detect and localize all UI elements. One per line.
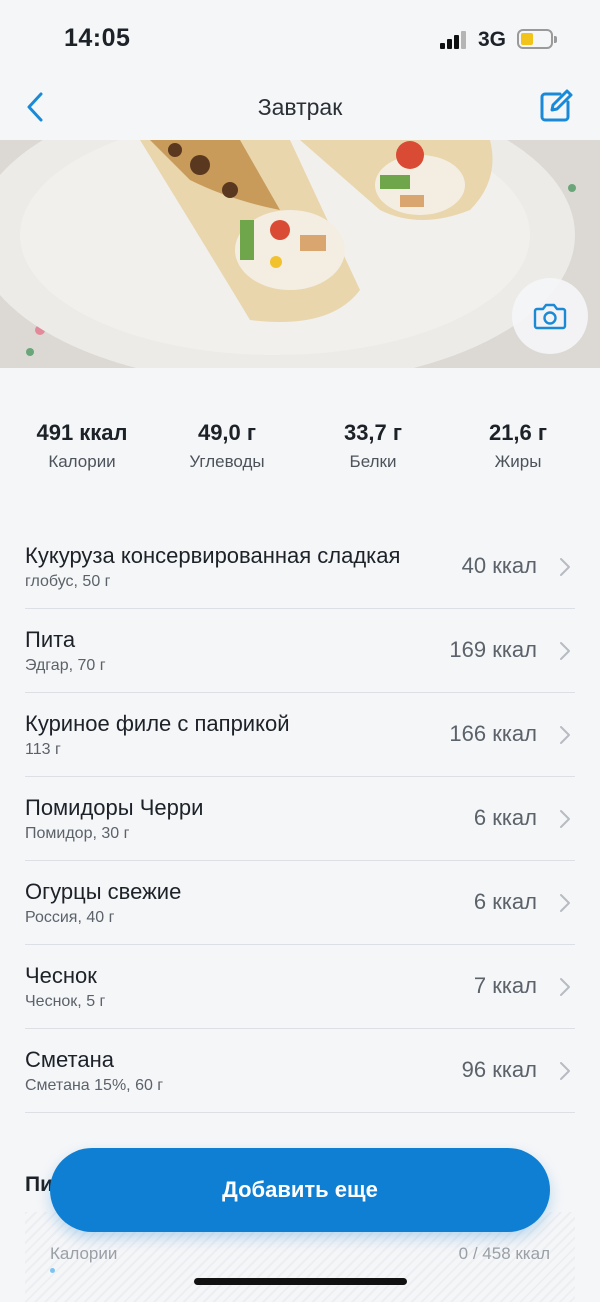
camera-icon <box>533 303 567 330</box>
section-title: Пи <box>25 1173 54 1196</box>
food-name: Чеснок <box>25 963 97 988</box>
battery-icon <box>517 29 557 49</box>
calories-progress-indicator <box>50 1268 55 1273</box>
food-name: Пита <box>25 627 76 652</box>
food-calories: 6 ккал <box>473 805 537 830</box>
food-item[interactable]: Помидоры Черри Помидор, 30 г 6 ккал <box>25 777 575 861</box>
nav-bar: Завтрак <box>0 80 600 140</box>
chevron-right-icon <box>560 810 570 828</box>
page-title: Завтрак <box>257 94 343 120</box>
macro-value: 49,0 г <box>197 420 257 445</box>
food-item[interactable]: Огурцы свежие Россия, 40 г 6 ккал <box>25 861 575 945</box>
macro-carbs: 49,0 г Углеводы <box>152 420 302 472</box>
chevron-right-icon <box>560 1062 570 1080</box>
food-name: Огурцы свежие <box>25 879 182 904</box>
food-details: глобус, 50 г <box>25 573 111 590</box>
macros-summary: 491 ккал Калории 49,0 г Углеводы 33,7 г … <box>0 420 600 480</box>
macro-label: Углеводы <box>189 452 265 471</box>
food-details: Эдгар, 70 г <box>25 657 106 674</box>
status-bar: 14:05 3G <box>0 0 600 80</box>
chevron-right-icon <box>560 978 570 996</box>
food-name: Сметана <box>25 1047 114 1072</box>
macro-fat: 21,6 г Жиры <box>443 420 593 472</box>
food-item[interactable]: Пита Эдгар, 70 г 169 ккал <box>25 609 575 693</box>
food-calories: 166 ккал <box>449 721 537 746</box>
nutrition-calories-value: 0 / 458 ккал <box>458 1244 550 1263</box>
signal-icon <box>440 31 466 49</box>
food-name: Куриное филе с паприкой <box>25 711 290 736</box>
macro-calories: 491 ккал Калории <box>7 420 157 472</box>
macro-label: Белки <box>349 452 397 471</box>
food-item[interactable]: Сметана Сметана 15%, 60 г 96 ккал <box>25 1029 575 1113</box>
macro-value: 491 ккал <box>36 420 128 445</box>
food-details: Помидор, 30 г <box>25 825 130 842</box>
food-item[interactable]: Куриное филе с паприкой 113 г 166 ккал <box>25 693 575 777</box>
food-calories: 40 ккал <box>461 553 537 578</box>
macro-value: 33,7 г <box>343 420 403 445</box>
status-time: 14:05 <box>64 24 131 52</box>
food-list: Кукуруза консервированная сладкая глобус… <box>25 525 575 1113</box>
chevron-right-icon <box>560 726 570 744</box>
edit-icon[interactable] <box>538 88 574 124</box>
food-name: Кукуруза консервированная сладкая <box>25 543 401 568</box>
food-name: Помидоры Черри <box>25 795 204 820</box>
meal-photo[interactable] <box>0 140 600 368</box>
macro-protein: 33,7 г Белки <box>298 420 448 472</box>
food-details: 113 г <box>25 741 61 758</box>
nutrition-calories-label: Калории <box>50 1244 118 1263</box>
food-calories: 169 ккал <box>449 637 537 662</box>
add-more-button[interactable]: Добавить еще <box>50 1148 550 1232</box>
network-type: 3G <box>478 28 507 51</box>
macro-label: Калории <box>48 452 116 471</box>
add-photo-button[interactable] <box>512 278 588 354</box>
chevron-right-icon <box>560 642 570 660</box>
chevron-right-icon <box>560 894 570 912</box>
food-details: Сметана 15%, 60 г <box>25 1077 164 1094</box>
food-item[interactable]: Кукуруза консервированная сладкая глобус… <box>25 525 575 609</box>
chevron-right-icon <box>560 558 570 576</box>
meal-photo-image <box>0 140 600 368</box>
food-calories: 6 ккал <box>473 889 537 914</box>
macro-label: Жиры <box>494 452 542 471</box>
home-indicator[interactable] <box>194 1278 407 1285</box>
food-details: Россия, 40 г <box>25 909 115 926</box>
food-details: Чеснок, 5 г <box>25 993 106 1010</box>
food-calories: 7 ккал <box>473 973 537 998</box>
food-calories: 96 ккал <box>461 1057 537 1082</box>
food-item[interactable]: Чеснок Чеснок, 5 г 7 ккал <box>25 945 575 1029</box>
macro-value: 21,6 г <box>488 420 548 445</box>
